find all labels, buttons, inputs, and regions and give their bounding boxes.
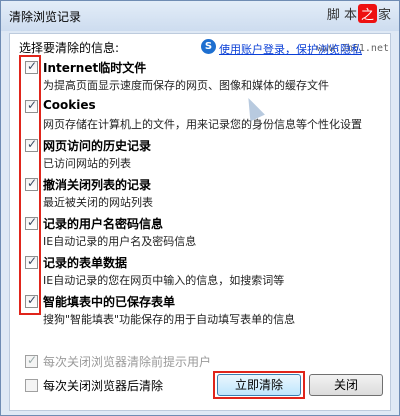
option-label: 智能填表中的已保存表单 — [43, 295, 176, 309]
option-desc: 搜狗"智能填表"功能保存的用于自动填写表单的信息 — [43, 313, 296, 326]
clear-history-dialog: 清除浏览记录 脚 本之家 www.Jb51.net 选择要清除的信息: S 使用… — [0, 0, 400, 416]
option-label: 记录的用户名密码信息 — [43, 217, 164, 231]
option-desc: IE自动记录的用户名及密码信息 — [43, 235, 197, 248]
watermark-brand: 之 — [357, 4, 377, 23]
option-label: Internet临时文件 — [43, 61, 147, 75]
highlight-box-clear-button — [213, 371, 305, 399]
checkbox[interactable]: ✓ — [25, 353, 38, 368]
checkbox[interactable] — [25, 379, 38, 392]
highlight-box-checkboxes — [19, 55, 41, 315]
title-bar: 清除浏览记录 脚 本之家 — [1, 1, 399, 31]
account-icon[interactable]: S — [201, 39, 216, 54]
option-desc: 最近被关闭的网站列表 — [43, 196, 153, 209]
option-desc: 为提高页面显示速度而保存的网页、图像和媒体的缓存文件 — [43, 79, 329, 92]
watermark-logo: 脚 本之家 — [327, 4, 391, 23]
option-desc: IE自动记录的您在网页中输入的信息，如搜索词等 — [43, 274, 285, 287]
prompt-before-clear-label: 每次关闭浏览器清除前提示用户 — [43, 355, 212, 369]
option-label: 撤消关闭列表的记录 — [43, 178, 152, 192]
option-desc: 网页存储在计算机上的文件，用来记录您的身份信息等个性化设置 — [43, 118, 362, 131]
auto-clear-on-close-label: 每次关闭浏览器后清除 — [43, 379, 164, 393]
option-desc: 已访问网站的列表 — [43, 157, 131, 170]
watermark-text-pre: 脚 本 — [326, 8, 357, 23]
option-label: Cookies — [43, 98, 96, 112]
option-label: 记录的表单数据 — [43, 256, 128, 270]
watermark-text-post: 家 — [377, 8, 391, 23]
dialog-title: 清除浏览记录 — [9, 10, 82, 24]
option-label: 网页访问的历史记录 — [43, 139, 152, 153]
account-login-link[interactable]: 使用账户登录，保护浏览隐私 — [219, 41, 362, 57]
select-info-label: 选择要清除的信息: — [19, 41, 120, 55]
close-button[interactable]: 关闭 — [309, 374, 383, 396]
check-icon: ✓ — [27, 353, 38, 367]
